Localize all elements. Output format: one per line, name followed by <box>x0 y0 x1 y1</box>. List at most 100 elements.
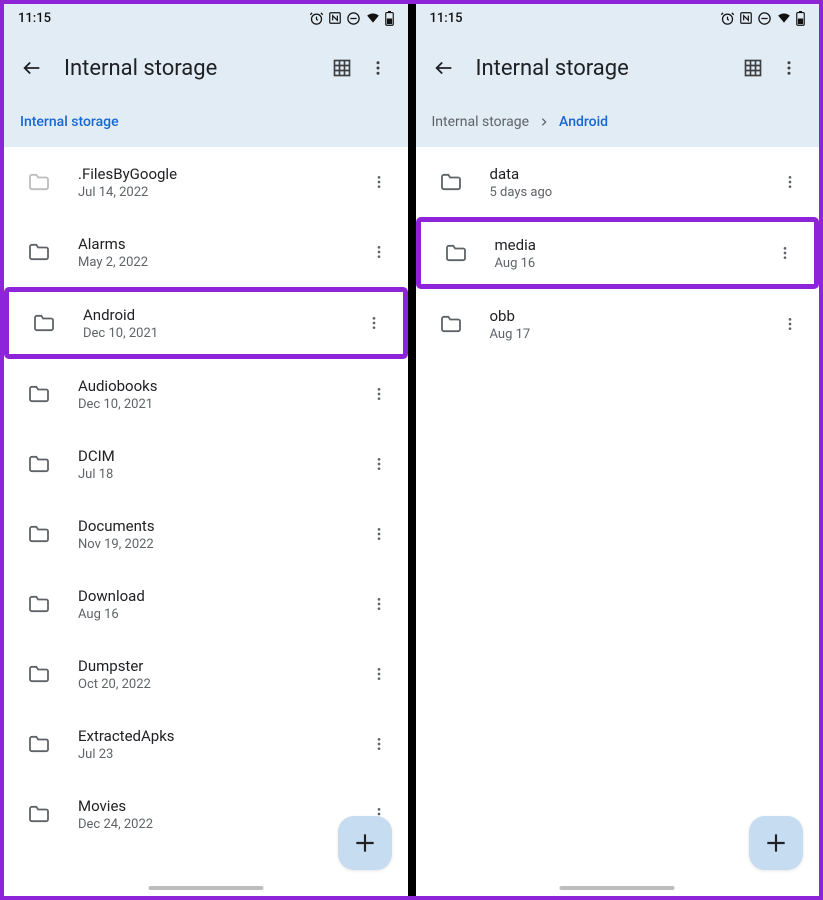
view-grid-button[interactable] <box>324 50 360 86</box>
folder-text: MoviesDec 24, 2022 <box>78 797 360 832</box>
folder-name: Documents <box>78 517 360 535</box>
folder-date: Dec 10, 2021 <box>78 397 360 412</box>
folder-row[interactable]: media Aug 16 <box>416 217 820 289</box>
fab-add-button[interactable] <box>338 816 392 870</box>
dnd-icon <box>346 11 361 26</box>
status-bar: 11:15 <box>416 4 820 32</box>
folder-name: Audiobooks <box>78 377 360 395</box>
folder-name: .FilesByGoogle <box>78 165 360 183</box>
folder-row[interactable]: ExtractedApksJul 23 <box>4 709 408 779</box>
status-time: 11:15 <box>430 11 463 26</box>
back-button[interactable] <box>20 56 44 80</box>
folder-row[interactable]: Alarms May 2, 2022 <box>4 217 408 287</box>
folder-icon <box>28 242 52 262</box>
page-title: Internal storage <box>476 56 736 81</box>
folder-name: DCIM <box>78 447 360 465</box>
folder-row[interactable]: DCIM Jul 18 <box>4 429 408 499</box>
nfc-icon <box>739 11 753 25</box>
folder-text: .FilesByGoogle Jul 14, 2022 <box>78 165 360 200</box>
folder-text: DumpsterOct 20, 2022 <box>78 657 360 692</box>
folder-row[interactable]: Audiobooks Dec 10, 2021 <box>4 359 408 429</box>
folder-icon <box>28 804 52 824</box>
row-more-button[interactable] <box>355 304 393 342</box>
chevron-right-icon <box>539 117 549 127</box>
more-options-button[interactable] <box>360 50 396 86</box>
app-bar: Internal storage <box>4 32 408 106</box>
breadcrumb-item[interactable]: Internal storage <box>432 114 530 130</box>
row-more-button[interactable] <box>360 375 398 413</box>
folder-date: Nov 19, 2022 <box>78 537 360 552</box>
folder-date: Aug 17 <box>490 327 772 342</box>
status-bar: 11:15 <box>4 4 408 32</box>
row-more-button[interactable] <box>360 655 398 693</box>
wifi-icon <box>365 11 381 25</box>
folder-icon <box>28 594 52 614</box>
alarm-icon <box>720 11 735 26</box>
row-more-button[interactable] <box>360 445 398 483</box>
folder-list[interactable]: .FilesByGoogle Jul 14, 2022 Alarms May 2, 2… <box>4 147 408 896</box>
folder-date: Aug 16 <box>495 256 767 271</box>
row-more-button[interactable] <box>360 163 398 201</box>
fab-add-button[interactable] <box>749 816 803 870</box>
folder-icon <box>445 243 469 263</box>
back-button[interactable] <box>432 56 456 80</box>
folder-row[interactable]: DumpsterOct 20, 2022 <box>4 639 408 709</box>
folder-name: media <box>495 236 767 254</box>
folder-name: data <box>490 165 772 183</box>
folder-date: May 2, 2022 <box>78 255 360 270</box>
pane-right: 11:15 Internal storage Internal storage A… <box>416 4 820 896</box>
folder-icon <box>33 313 57 333</box>
folder-row[interactable]: .FilesByGoogle Jul 14, 2022 <box>4 147 408 217</box>
folder-icon <box>440 172 464 192</box>
nfc-icon <box>328 11 342 25</box>
row-more-button[interactable] <box>360 233 398 271</box>
row-more-button[interactable] <box>360 515 398 553</box>
folder-text: DownloadAug 16 <box>78 587 360 622</box>
folder-text: Audiobooks Dec 10, 2021 <box>78 377 360 412</box>
breadcrumb-item: Internal storage <box>20 114 119 130</box>
folder-row[interactable]: DownloadAug 16 <box>4 569 408 639</box>
row-more-button[interactable] <box>766 234 804 272</box>
more-options-button[interactable] <box>771 50 807 86</box>
folder-text: obb Aug 17 <box>490 307 772 342</box>
wifi-icon <box>776 11 792 25</box>
row-more-button[interactable] <box>771 305 809 343</box>
folder-name: obb <box>490 307 772 325</box>
folder-text: ExtractedApksJul 23 <box>78 727 360 762</box>
folder-date: Jul 18 <box>78 467 360 482</box>
folder-date: Oct 20, 2022 <box>78 677 360 692</box>
status-icons <box>309 11 394 25</box>
folder-text: Documents Nov 19, 2022 <box>78 517 360 552</box>
folder-row[interactable]: Documents Nov 19, 2022 <box>4 499 408 569</box>
folder-row[interactable]: Android Dec 10, 2021 <box>4 287 408 359</box>
folder-text: Android Dec 10, 2021 <box>83 306 355 341</box>
folder-icon <box>28 734 52 754</box>
row-more-button[interactable] <box>771 163 809 201</box>
row-more-button[interactable] <box>360 585 398 623</box>
breadcrumb: Internal storage Android <box>416 106 820 147</box>
folder-row[interactable]: obb Aug 17 <box>416 289 820 359</box>
dnd-icon <box>757 11 772 26</box>
folder-text: media Aug 16 <box>495 236 767 271</box>
folder-name: Android <box>83 306 355 324</box>
nav-handle[interactable] <box>148 886 263 890</box>
folder-icon <box>28 524 52 544</box>
view-grid-button[interactable] <box>735 50 771 86</box>
folder-name: Alarms <box>78 235 360 253</box>
pane-left: 11:15 Internal storage Internal storage … <box>4 4 408 896</box>
battery-icon <box>385 11 394 26</box>
folder-list[interactable]: data5 days ago media Aug 16 obb Aug 17 <box>416 147 820 896</box>
folder-date: Dec 10, 2021 <box>83 326 355 341</box>
nav-handle[interactable] <box>560 886 675 890</box>
battery-icon <box>796 11 805 26</box>
row-more-button[interactable] <box>360 725 398 763</box>
folder-icon <box>28 664 52 684</box>
folder-text: DCIM Jul 18 <box>78 447 360 482</box>
status-icons <box>720 11 805 25</box>
breadcrumb-item: Android <box>559 114 608 130</box>
folder-row[interactable]: data5 days ago <box>416 147 820 217</box>
folder-date: Jul 14, 2022 <box>78 185 360 200</box>
page-title: Internal storage <box>64 56 324 81</box>
breadcrumb: Internal storage <box>4 106 408 147</box>
folder-icon <box>28 454 52 474</box>
